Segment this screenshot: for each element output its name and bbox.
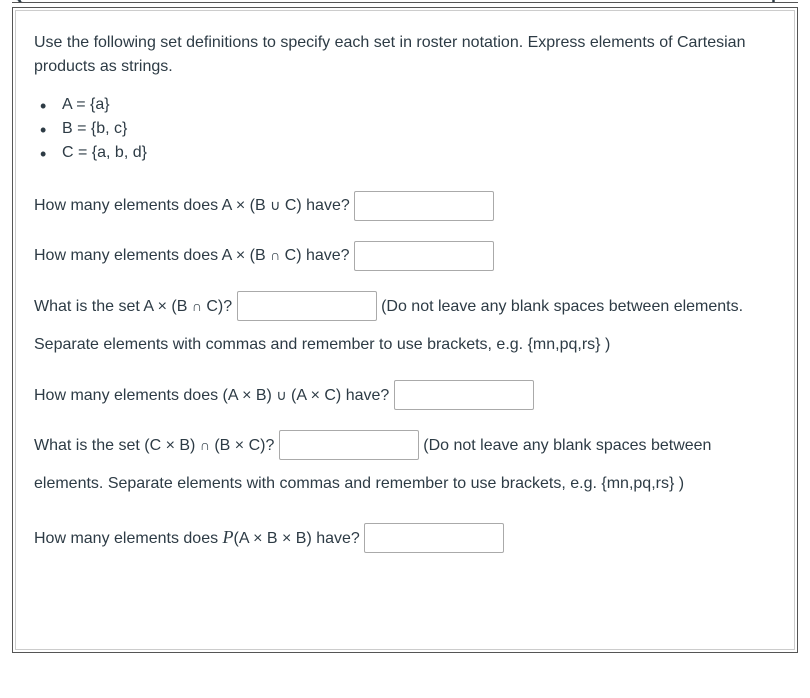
intersect-symbol-2: ∩ xyxy=(192,298,202,314)
q6-post: (A × B × B) have? xyxy=(234,530,360,547)
set-a: A = {a} xyxy=(34,93,776,117)
q4-post: (A × C) have? xyxy=(287,387,390,404)
q6-pre: How many elements does xyxy=(34,530,223,547)
intersect-symbol-3: ∩ xyxy=(200,437,210,453)
question-outer-box: Use the following set definitions to spe… xyxy=(12,7,798,653)
intersect-symbol: ∩ xyxy=(270,247,280,263)
q3-input[interactable] xyxy=(237,291,377,321)
question-4: How many elements does (A × B) ∪ (A × C)… xyxy=(34,377,776,415)
q5-post: (B × C)? xyxy=(210,437,274,454)
q2-pre: How many elements does A × (B xyxy=(34,247,270,264)
set-b: B = {b, c} xyxy=(34,117,776,141)
header-divider xyxy=(12,2,798,3)
union-symbol-2: ∪ xyxy=(276,387,286,403)
q5-input[interactable] xyxy=(279,430,419,460)
question-1: How many elements does A × (B ∪ C) have? xyxy=(34,187,776,225)
q5-pre: What is the set (C × B) xyxy=(34,437,200,454)
q1-post: C) have? xyxy=(280,197,349,214)
set-definitions: A = {a} B = {b, c} C = {a, b, d} xyxy=(34,93,776,165)
question-2: How many elements does A × (B ∩ C) have? xyxy=(34,237,776,275)
question-6: How many elements does P(A × B × B) have… xyxy=(34,516,776,559)
q2-post: C) have? xyxy=(280,247,349,264)
set-c: C = {a, b, d} xyxy=(34,141,776,165)
q1-input[interactable] xyxy=(354,191,494,221)
q3-pre: What is the set A × (B xyxy=(34,298,192,315)
q3-post: C)? xyxy=(202,298,232,315)
q1-pre: How many elements does A × (B xyxy=(34,197,270,214)
question-5: What is the set (C × B) ∩ (B × C)? (Do n… xyxy=(34,427,776,504)
q4-pre: How many elements does (A × B) xyxy=(34,387,276,404)
question-3: What is the set A × (B ∩ C)? (Do not lea… xyxy=(34,288,776,365)
union-symbol: ∪ xyxy=(270,197,280,213)
power-set-symbol: P xyxy=(223,527,234,547)
question-intro: Use the following set definitions to spe… xyxy=(34,31,776,79)
question-content: Use the following set definitions to spe… xyxy=(15,10,795,650)
q2-input[interactable] xyxy=(354,241,494,271)
q4-input[interactable] xyxy=(394,380,534,410)
q6-input[interactable] xyxy=(364,523,504,553)
